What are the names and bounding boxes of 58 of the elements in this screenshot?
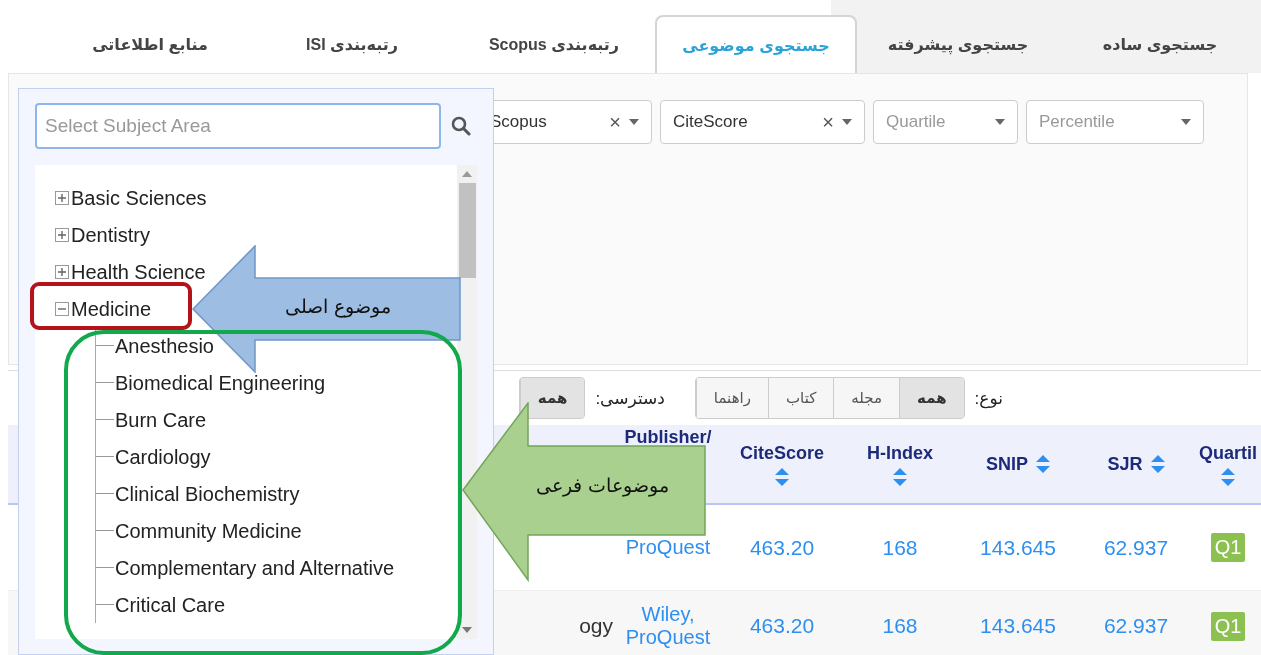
tree-item[interactable]: Community Medicine	[115, 520, 302, 541]
column-header[interactable]: CiteScore	[739, 442, 824, 464]
type-label: نوع:	[974, 387, 1003, 409]
column-header[interactable]: SJR	[1107, 453, 1143, 475]
callout-label: موضوعات فرعی	[536, 474, 670, 496]
tab[interactable]: منابع اطلاعاتی	[49, 15, 251, 73]
access-label: دسترسی:	[595, 387, 665, 409]
tree-item[interactable]: Anesthesio	[115, 335, 214, 356]
tree-item[interactable]: Cardiology	[115, 446, 211, 467]
tree-item[interactable]: Basic Sciences	[71, 187, 207, 208]
tab[interactable]: جستجوی پیشرفته	[857, 15, 1059, 73]
journal-title[interactable]: ogy	[579, 614, 613, 638]
tree-item[interactable]: Medicine	[71, 298, 152, 319]
caret-icon	[629, 119, 639, 125]
select-placeholder: Quartile	[886, 112, 946, 132]
column-header[interactable]: Quartil	[1199, 442, 1257, 464]
tab[interactable]: رتبه‌بندی ISI	[251, 15, 453, 73]
type-option[interactable]: مجله	[833, 378, 900, 418]
table-cell: 62.937	[1103, 614, 1169, 638]
tree-item[interactable]: Complementary and Alternative	[115, 557, 395, 578]
tree-item[interactable]: Biomedical Engineering	[115, 372, 326, 393]
search-field[interactable]: Select Subject Area	[35, 103, 441, 149]
select-placeholder: Percentile	[1039, 112, 1115, 132]
tree-item[interactable]: Critical Care	[115, 594, 226, 615]
tab[interactable]: رتبه‌بندی Scopus	[453, 15, 655, 73]
select-field[interactable]: CiteScore ×	[660, 100, 865, 144]
quartile-badge: Q1	[1210, 611, 1246, 641]
table-cell: 463.20	[749, 535, 815, 560]
access-option[interactable]: همه	[519, 378, 585, 418]
scroll-down-icon	[462, 627, 472, 633]
search-icon	[451, 116, 471, 136]
clear-button[interactable]: ×	[609, 110, 621, 134]
scrollbar-thumb[interactable]	[458, 183, 476, 278]
tree-item[interactable]: Clinical Biochemistry	[115, 483, 300, 504]
table-cell: 62.937	[1103, 535, 1169, 560]
clear-button[interactable]: ×	[822, 110, 834, 134]
tree-item[interactable]: Health Science	[71, 261, 206, 282]
caret-icon	[995, 119, 1005, 125]
callout-label: موضوع اصلی	[285, 295, 392, 317]
table-cell: 168	[882, 535, 918, 560]
column-header[interactable]: SNIP	[986, 453, 1028, 475]
column-header[interactable]: Publisher/	[624, 428, 712, 446]
select-value: CiteScore	[673, 112, 748, 132]
caret-icon	[1181, 119, 1191, 125]
type-option[interactable]: راهنما	[695, 378, 768, 418]
scroll-up-icon	[462, 171, 472, 177]
column-header[interactable]: H-Index	[867, 442, 933, 464]
table-cell: 143.645	[980, 614, 1056, 638]
table-cell: 143.645	[980, 535, 1056, 560]
tree-item[interactable]: Dentistry	[71, 224, 150, 245]
caret-icon	[842, 119, 852, 125]
tree-item[interactable]: Burn Care	[115, 409, 207, 430]
tab[interactable]: جستجوی ساده	[1059, 15, 1261, 73]
type-option[interactable]: کتاب	[767, 378, 834, 418]
type-option[interactable]: همه	[899, 378, 964, 418]
table-cell: 463.20	[749, 614, 815, 638]
quartile-badge: Q1	[1210, 533, 1246, 562]
table-cell: 168	[882, 614, 918, 638]
